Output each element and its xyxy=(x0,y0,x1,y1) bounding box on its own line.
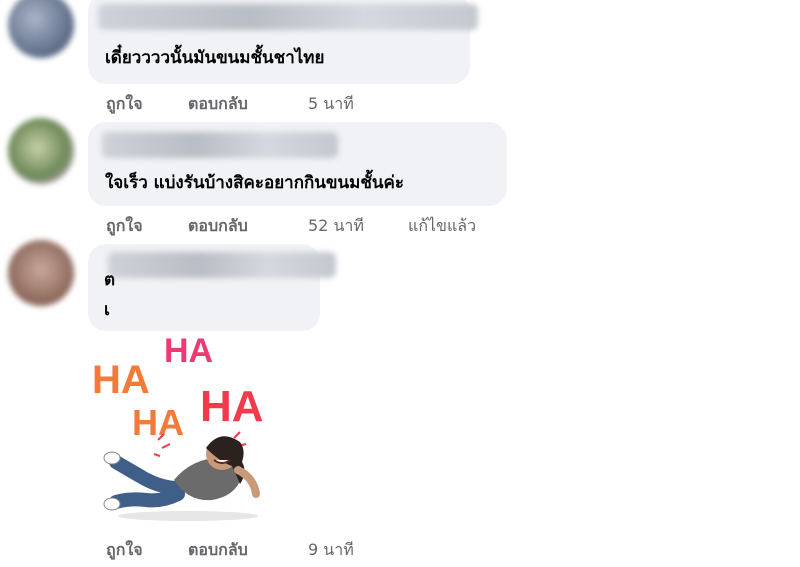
edited-label[interactable]: แก้ไขแล้ว xyxy=(408,214,476,239)
comment-text: เดี๋ยววววนั้นมันขนมชั้นชาไทย xyxy=(105,48,325,68)
commenter-name-blurred[interactable] xyxy=(102,132,338,158)
comment-text: ใจเร็ว แบ่งรันบ้างสิคะอยากกินขนมชั้นค่ะ xyxy=(105,173,405,193)
comment-text-line-1: ต xyxy=(104,270,116,290)
comment-bubble-2: ใจเร็ว แบ่งรันบ้างสิคะอยากกินขนมชั้นค่ะ xyxy=(88,122,507,206)
commenter-name-blurred[interactable] xyxy=(98,4,478,30)
reply-button[interactable]: ตอบกลับ xyxy=(188,214,248,239)
like-button[interactable]: ถูกใจ xyxy=(106,538,143,563)
commenter-avatar-3[interactable] xyxy=(8,240,74,306)
comment-bubble-3: ต เ xyxy=(88,244,336,331)
laughing-sticker[interactable]: HA HA HA HA xyxy=(88,330,288,530)
commenter-avatar-2[interactable] xyxy=(8,118,74,184)
comment-bubble-1: เดี๋ยววววนั้นมันขนมชั้นชาไทย xyxy=(88,0,478,84)
commenter-avatar-1[interactable] xyxy=(8,0,74,58)
reply-button[interactable]: ตอบกลับ xyxy=(188,538,248,563)
commenter-name-blurred[interactable] xyxy=(108,252,336,278)
like-button[interactable]: ถูกใจ xyxy=(106,92,143,117)
laughing-person-icon xyxy=(103,431,260,521)
reply-button[interactable]: ตอบกลับ xyxy=(188,92,248,117)
comment-timestamp[interactable]: 52 นาที xyxy=(308,214,364,239)
comment-text-line-2: เ xyxy=(104,300,110,320)
comment-timestamp[interactable]: 9 นาที xyxy=(308,538,354,563)
comment-timestamp[interactable]: 5 นาที xyxy=(308,92,354,117)
like-button[interactable]: ถูกใจ xyxy=(106,214,143,239)
